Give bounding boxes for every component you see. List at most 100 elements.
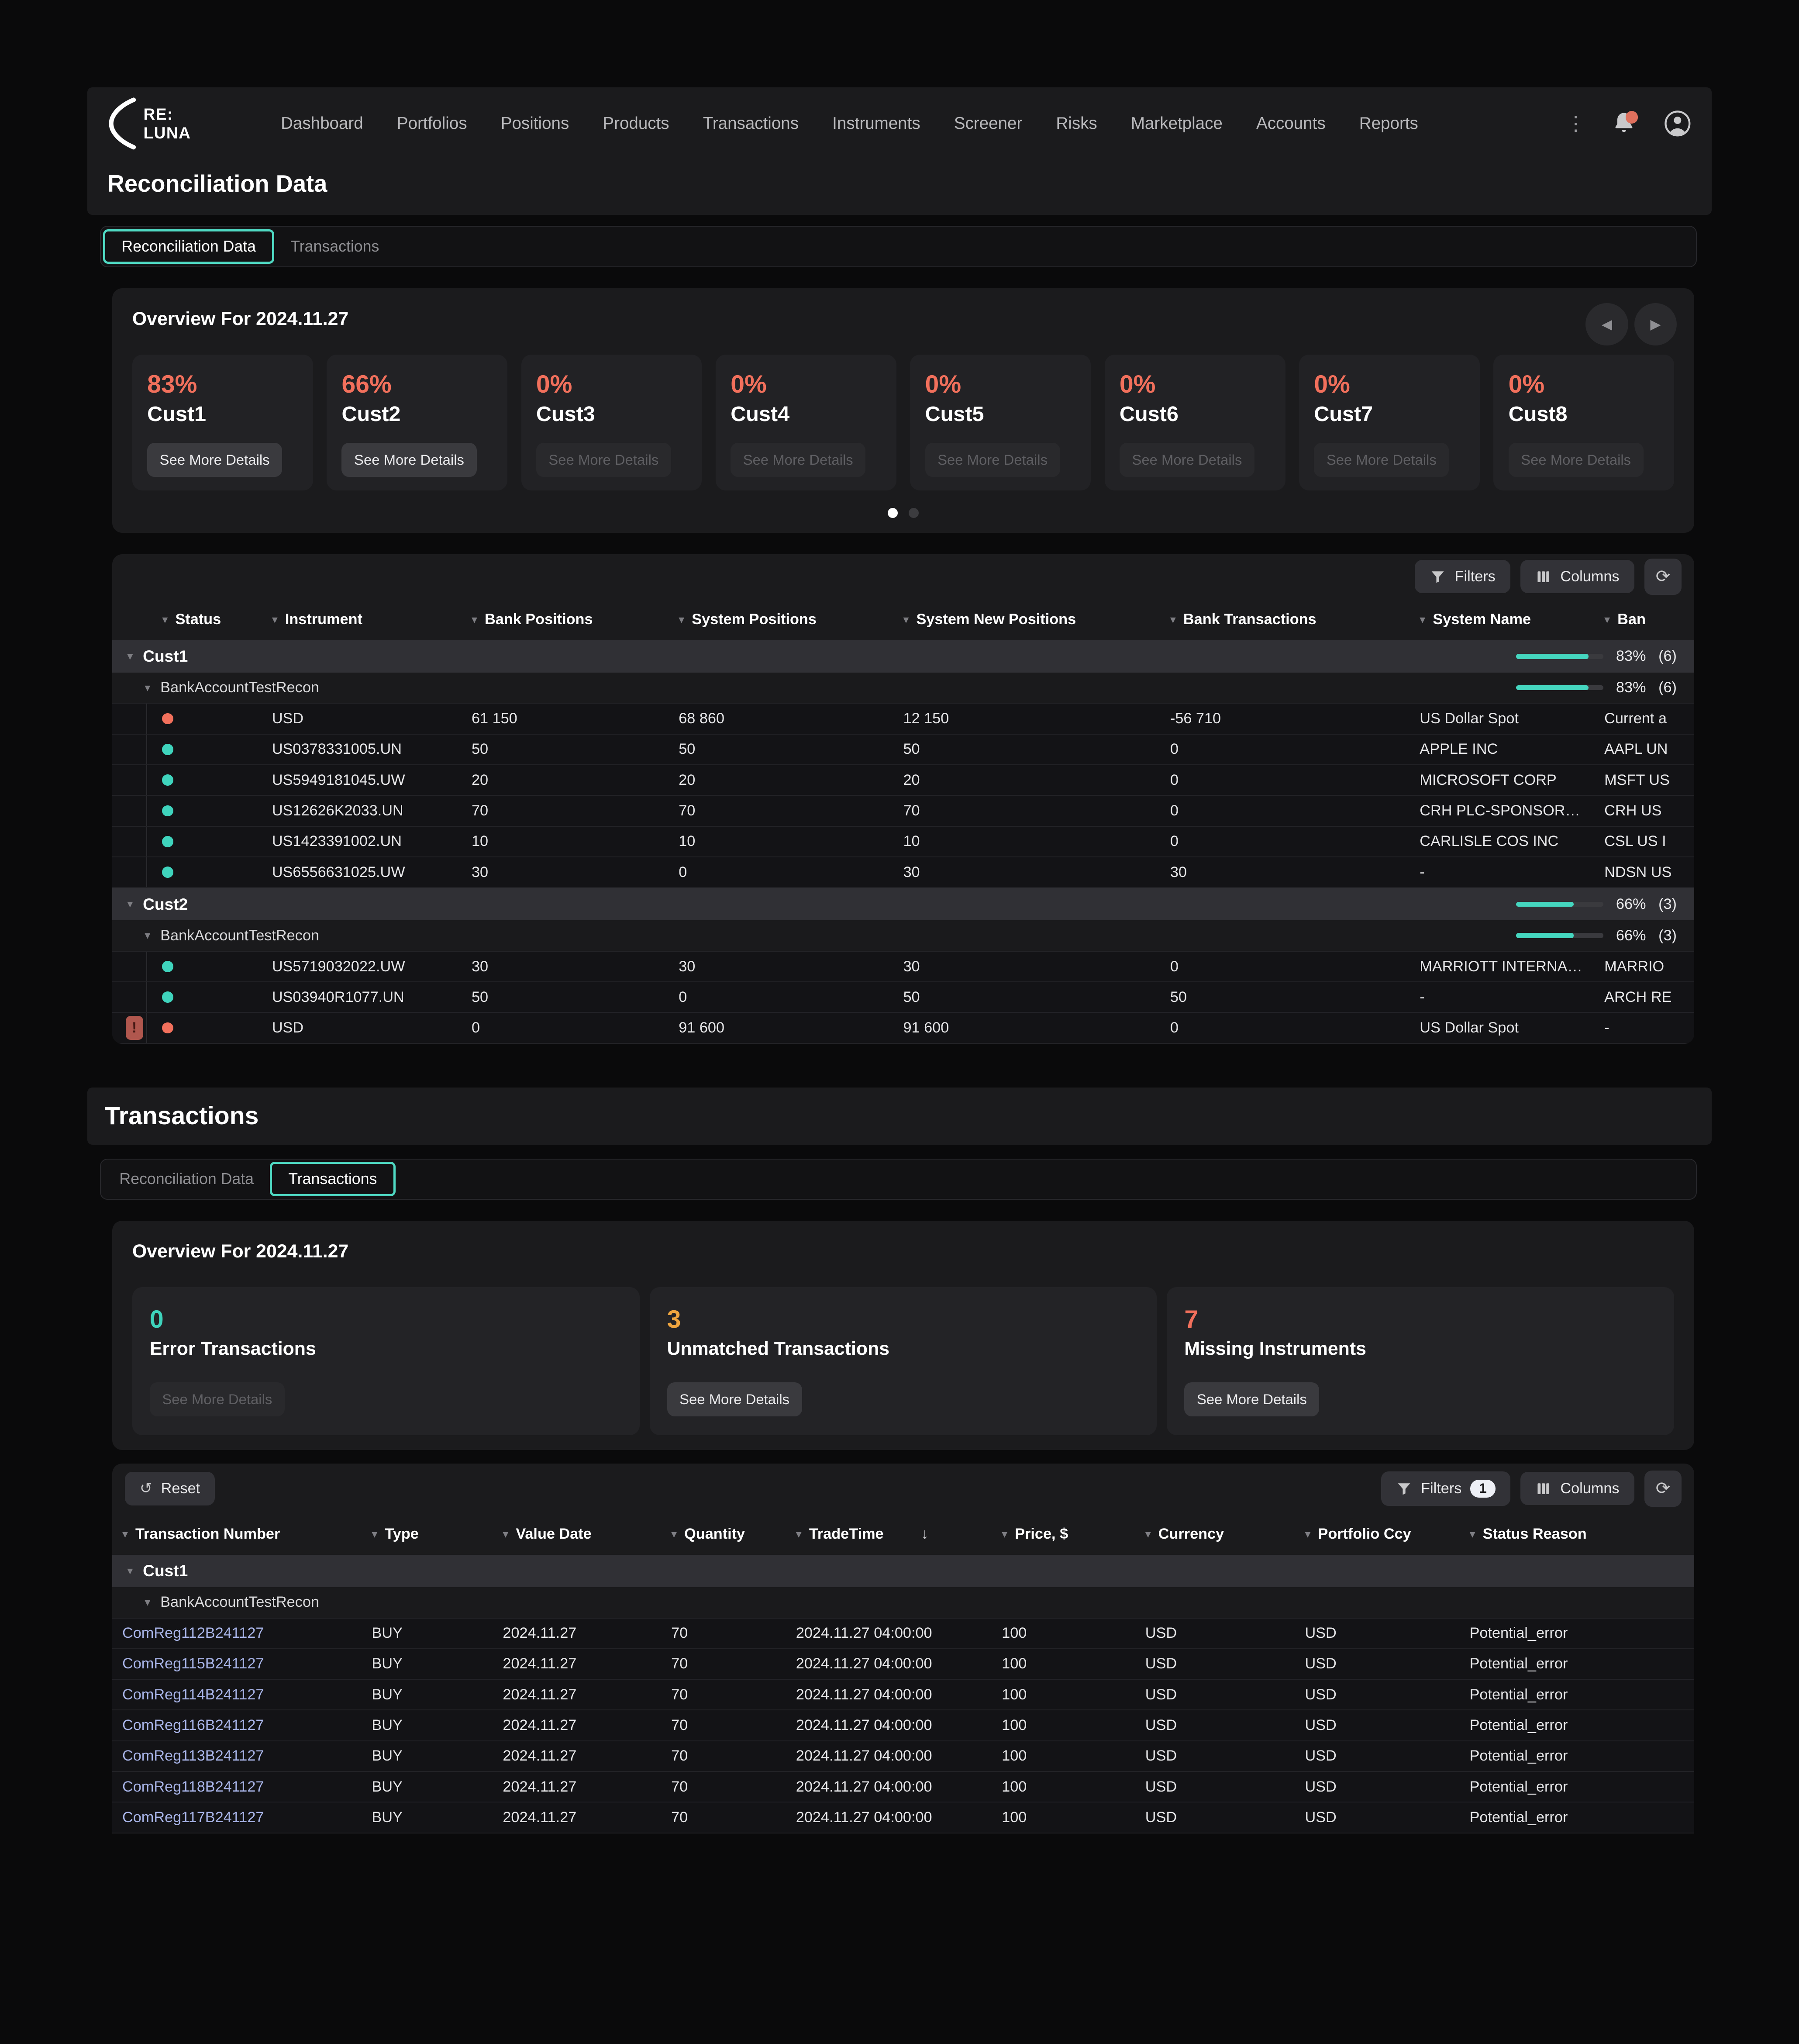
caret-down-icon[interactable]: ▾	[127, 898, 133, 911]
caret-down-icon[interactable]: ▾	[145, 929, 150, 942]
tx-filters-button[interactable]: Filters 1	[1381, 1471, 1510, 1506]
table-row[interactable]: ComReg116B241127BUY2024.11.27702024.11.2…	[112, 1710, 1694, 1741]
nav-item-accounts[interactable]: Accounts	[1256, 114, 1326, 133]
table-row[interactable]: ComReg113B241127BUY2024.11.27702024.11.2…	[112, 1741, 1694, 1772]
nav-item-products[interactable]: Products	[603, 114, 669, 133]
transaction-number-link[interactable]: ComReg117B241127	[112, 1809, 362, 1826]
status-cell	[112, 796, 262, 825]
transaction-number-link[interactable]: ComReg118B241127	[112, 1778, 362, 1795]
table-row[interactable]: ComReg115B241127BUY2024.11.27702024.11.2…	[112, 1649, 1694, 1680]
nav-item-portfolios[interactable]: Portfolios	[397, 114, 467, 133]
columns-button[interactable]: Columns	[1520, 560, 1634, 593]
caret-down-icon[interactable]: ▾	[1170, 613, 1176, 626]
filters-button[interactable]: Filters	[1415, 560, 1510, 593]
transaction-number-link[interactable]: ComReg112B241127	[112, 1625, 362, 1642]
tab-transactions[interactable]: Transactions	[274, 229, 395, 264]
reset-button[interactable]: ↺ Reset	[125, 1472, 215, 1505]
transaction-number-link[interactable]: ComReg115B241127	[112, 1655, 362, 1672]
filters-label: Filters	[1455, 568, 1496, 585]
table-row[interactable]: US6556631025.UW3003030-NDSN US	[112, 857, 1694, 888]
see-more-details-button[interactable]: See More Details	[341, 443, 476, 477]
nav-item-risks[interactable]: Risks	[1056, 114, 1097, 133]
table-row[interactable]: ComReg114B241127BUY2024.11.27702024.11.2…	[112, 1680, 1694, 1710]
caret-down-icon[interactable]: ▾	[796, 1528, 802, 1541]
group-row[interactable]: ▾Cust266%(3)	[112, 888, 1694, 920]
table-row[interactable]: US03940R1077.UN5005050-ARCH RE	[112, 982, 1694, 1013]
subgroup-row[interactable]: ▾BankAccountTestRecon66%(3)	[112, 920, 1694, 951]
caret-down-icon[interactable]: ▾	[272, 613, 278, 626]
cell-2: 2024.11.27	[493, 1747, 662, 1764]
nav-item-positions[interactable]: Positions	[501, 114, 569, 133]
transaction-number-link[interactable]: ComReg116B241127	[112, 1717, 362, 1734]
nav-item-screener[interactable]: Screener	[954, 114, 1022, 133]
status-dot	[162, 1022, 173, 1034]
table-row[interactable]: US5949181045.UW2020200MICROSOFT CORPMSFT…	[112, 765, 1694, 796]
table-row[interactable]: US12626K2033.UN7070700CRH PLC-SPONSOR…CR…	[112, 796, 1694, 826]
carousel-dot-active[interactable]	[888, 508, 898, 518]
caret-down-icon[interactable]: ▾	[1305, 1528, 1310, 1541]
caret-down-icon[interactable]: ▾	[1604, 613, 1610, 626]
subgroup-row[interactable]: ▾BankAccountTestRecon	[112, 1587, 1694, 1618]
see-more-details-button[interactable]: See More Details	[667, 1382, 802, 1416]
caret-down-icon[interactable]: ▾	[1002, 1528, 1007, 1541]
warn-gutter	[122, 952, 147, 981]
carousel-next-button[interactable]: ▶	[1634, 303, 1677, 345]
tx-columns-button[interactable]: Columns	[1520, 1472, 1634, 1505]
status-dot	[162, 713, 173, 725]
transaction-number-link[interactable]: ComReg114B241127	[112, 1686, 362, 1703]
table-row[interactable]: ComReg112B241127BUY2024.11.27702024.11.2…	[112, 1619, 1694, 1649]
caret-down-icon[interactable]: ▾	[903, 613, 909, 626]
table-row[interactable]: USD61 15068 86012 150-56 710US Dollar Sp…	[112, 704, 1694, 734]
table-row[interactable]: !USD091 60091 6000US Dollar Spot-	[112, 1013, 1694, 1043]
caret-down-icon[interactable]: ▾	[145, 681, 150, 694]
caret-down-icon[interactable]: ▾	[122, 1528, 128, 1541]
refresh-button[interactable]: ⟳	[1644, 559, 1682, 595]
kebab-menu-icon[interactable]: ⋮	[1566, 114, 1586, 134]
caret-down-icon[interactable]: ▾	[1420, 613, 1425, 626]
nav-item-reports[interactable]: Reports	[1359, 114, 1418, 133]
nav-item-instruments[interactable]: Instruments	[832, 114, 920, 133]
tx-refresh-button[interactable]: ⟳	[1644, 1471, 1682, 1507]
table-row[interactable]: US5719032022.UW3030300MARRIOTT INTERNA…M…	[112, 952, 1694, 982]
transactions-heading: Transactions	[105, 1101, 258, 1130]
column-header-label: Quantity	[684, 1526, 745, 1543]
group-row[interactable]: ▾Cust1	[112, 1555, 1694, 1587]
caret-down-icon[interactable]: ▾	[472, 613, 477, 626]
sort-descending-icon[interactable]: ↓	[921, 1526, 928, 1543]
app-logo[interactable]: RE: LUNA	[107, 96, 191, 151]
caret-down-icon[interactable]: ▾	[1470, 1528, 1475, 1541]
caret-down-icon[interactable]: ▾	[503, 1528, 508, 1541]
account-avatar[interactable]	[1663, 109, 1692, 138]
nav-item-dashboard[interactable]: Dashboard	[281, 114, 363, 133]
nav-item-transactions[interactable]: Transactions	[703, 114, 799, 133]
table-row[interactable]: ComReg117B241127BUY2024.11.27702024.11.2…	[112, 1802, 1694, 1833]
cell-bank_name: MSFT US	[1594, 772, 1694, 789]
notifications-bell-icon[interactable]	[1611, 110, 1638, 137]
cell-6: USD	[1135, 1778, 1295, 1795]
transaction-number-link[interactable]: ComReg113B241127	[112, 1747, 362, 1764]
caret-down-icon[interactable]: ▾	[372, 1528, 377, 1541]
carousel-dot[interactable]	[909, 508, 919, 518]
caret-down-icon[interactable]: ▾	[145, 1596, 150, 1609]
caret-down-icon[interactable]: ▾	[679, 613, 684, 626]
caret-down-icon[interactable]: ▾	[671, 1528, 677, 1541]
see-more-details-button[interactable]: See More Details	[1184, 1382, 1319, 1416]
caret-down-icon[interactable]: ▾	[127, 650, 133, 663]
table-row[interactable]: US0378331005.UN5050500APPLE INCAAPL UN	[112, 735, 1694, 765]
subgroup-row[interactable]: ▾BankAccountTestRecon83%(6)	[112, 673, 1694, 704]
tab-reconciliation-data[interactable]: Reconciliation Data	[103, 229, 274, 264]
caret-down-icon[interactable]: ▾	[1145, 1528, 1151, 1541]
tab-reconciliation-data-2[interactable]: Reconciliation Data	[103, 1162, 270, 1196]
cell-5: 100	[992, 1809, 1135, 1826]
tab-transactions-2[interactable]: Transactions	[270, 1162, 395, 1196]
cell-system_positions: 10	[669, 833, 893, 850]
caret-down-icon[interactable]: ▾	[127, 1564, 133, 1578]
carousel-prev-button[interactable]: ◀	[1585, 303, 1628, 345]
group-row[interactable]: ▾Cust183%(6)	[112, 640, 1694, 673]
table-row[interactable]: ComReg118B241127BUY2024.11.27702024.11.2…	[112, 1772, 1694, 1802]
card-percent: 83%	[147, 371, 298, 398]
see-more-details-button[interactable]: See More Details	[147, 443, 282, 477]
table-row[interactable]: US1423391002.UN1010100CARLISLE COS INCCS…	[112, 827, 1694, 857]
nav-item-marketplace[interactable]: Marketplace	[1131, 114, 1223, 133]
caret-down-icon[interactable]: ▾	[162, 613, 168, 626]
